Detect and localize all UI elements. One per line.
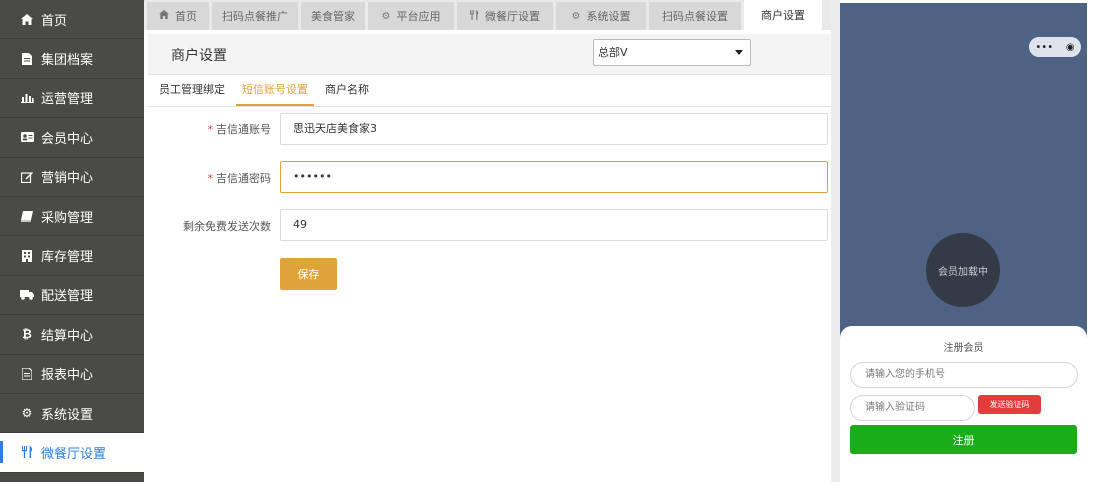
- tab-home[interactable]: 首页: [147, 2, 209, 30]
- sidebar-item-label: 采购管理: [41, 210, 94, 226]
- utensils-icon: [470, 9, 479, 23]
- verification-code-input[interactable]: 请输入验证码: [850, 395, 975, 421]
- sidebar-item-group-archive[interactable]: 集团档案: [0, 39, 144, 79]
- sidebar: 首页 集团档案 运营管理 会员中心 营销中心 采购管理 库存管理 配送管理 ₿ …: [0, 0, 144, 482]
- password-label-text: 吉信通密码: [216, 172, 271, 185]
- sidebar-item-operations[interactable]: 运营管理: [0, 79, 144, 119]
- sidebar-item-system-settings[interactable]: ⚙ 系统设置: [0, 394, 144, 434]
- sub-tab-bar: 员工管理绑定 短信账号设置 商户名称: [148, 76, 831, 107]
- sidebar-item-marketing[interactable]: 营销中心: [0, 158, 144, 197]
- tab-system-settings[interactable]: ⚙ 系统设置: [556, 2, 646, 30]
- subtab-staff-binding[interactable]: 员工管理绑定: [153, 76, 231, 106]
- truck-icon: [19, 289, 35, 300]
- sidebar-item-label: 运营管理: [41, 92, 94, 108]
- book-icon: [19, 210, 35, 222]
- gears-icon: ⚙: [571, 10, 581, 22]
- store-select[interactable]: 总部V: [593, 39, 751, 66]
- sidebar-item-label: 配送管理: [41, 289, 94, 305]
- bitcoin-icon: ₿: [22, 327, 32, 342]
- sidebar-item-delivery[interactable]: 配送管理: [0, 276, 144, 316]
- page-title: 商户设置: [171, 48, 227, 64]
- register-title: 注册会员: [943, 343, 984, 354]
- sidebar-item-members[interactable]: 会员中心: [0, 118, 144, 158]
- tab-label: 平台应用: [396, 10, 441, 23]
- tab-micro-restaurant[interactable]: 微餐厅设置: [457, 2, 553, 30]
- password-label: * 吉信通密码: [147, 170, 272, 186]
- report-icon: [19, 367, 35, 380]
- sidebar-item-label: 首页: [41, 13, 68, 29]
- sidebar-item-purchasing[interactable]: 采购管理: [0, 197, 144, 237]
- phone-number-input[interactable]: 请输入您的手机号: [850, 362, 1078, 388]
- sidebar-item-label: 系统设置: [41, 407, 94, 423]
- sidebar-item-settlement[interactable]: ₿ 结算中心: [0, 315, 144, 355]
- sidebar-item-label: 结算中心: [41, 328, 94, 344]
- tab-scan-order-promo[interactable]: 扫码点餐推广: [212, 2, 298, 30]
- sidebar-item-label: 会员中心: [41, 131, 94, 147]
- loading-indicator: 会员加载中: [926, 233, 1000, 307]
- panel-divider: [831, 0, 840, 482]
- phone-preview: ••• ◉ 会员加载中 注册会员 请输入您的手机号 请输入验证码 发送验证码 注…: [840, 3, 1087, 482]
- close-icon[interactable]: ◉: [1066, 42, 1075, 53]
- remaining-label: 剩余免费发送次数: [183, 220, 271, 233]
- sidebar-item-label: 报表中心: [41, 368, 94, 384]
- more-icon[interactable]: •••: [1035, 42, 1053, 53]
- register-panel: 注册会员 请输入您的手机号 请输入验证码 发送验证码 注册: [840, 326, 1087, 482]
- tab-bar: 首页 扫码点餐推广 美食管家 ⚙ 平台应用 微餐厅设置 ⚙ 系统设置 扫码点餐设…: [144, 0, 831, 30]
- sidebar-item-inventory[interactable]: 库存管理: [0, 236, 144, 276]
- sidebar-item-home[interactable]: 首页: [0, 0, 144, 40]
- sidebar-item-micro-restaurant[interactable]: 微餐厅设置: [0, 433, 144, 473]
- sidebar-item-label: 库存管理: [41, 250, 94, 266]
- page-header: 商户设置 总部V: [148, 34, 831, 75]
- gear-icon: ⚙: [381, 10, 391, 22]
- file-icon: [19, 52, 35, 65]
- subtab-sms-account[interactable]: 短信账号设置: [236, 76, 314, 106]
- register-button[interactable]: 注册: [850, 425, 1077, 454]
- edit-icon: [19, 171, 35, 183]
- tab-food-butler[interactable]: 美食管家: [301, 2, 365, 30]
- sidebar-item-label: 集团档案: [41, 53, 94, 69]
- mini-program-capsule: ••• ◉: [1029, 37, 1081, 57]
- send-code-button[interactable]: 发送验证码: [978, 395, 1041, 414]
- tab-platform-apps[interactable]: ⚙ 平台应用: [368, 2, 454, 30]
- tab-label: 美食管家: [311, 10, 355, 23]
- account-input[interactable]: 思迅天店美食家3: [280, 113, 828, 145]
- tab-label: 首页: [175, 10, 197, 23]
- building-icon: [19, 249, 35, 262]
- home-icon: [159, 10, 169, 22]
- id-card-icon: [19, 132, 35, 143]
- sidebar-item-reports[interactable]: 报表中心: [0, 355, 144, 394]
- account-label: * 吉信通账号: [147, 121, 272, 137]
- tab-label: 商户设置: [761, 9, 805, 22]
- home-icon: [19, 13, 35, 25]
- subtab-merchant-name[interactable]: 商户名称: [319, 76, 375, 106]
- tab-label: 微餐厅设置: [485, 10, 540, 23]
- tab-label: 系统设置: [586, 10, 631, 23]
- save-button[interactable]: 保存: [280, 258, 337, 290]
- store-select-value: 总部V: [598, 46, 628, 59]
- tab-label: 扫码点餐设置: [662, 10, 728, 23]
- utensils-icon: [19, 446, 35, 459]
- tab-scan-order-settings[interactable]: 扫码点餐设置: [649, 2, 741, 30]
- required-mark: *: [207, 172, 214, 185]
- sidebar-item-label: 微餐厅设置: [41, 446, 107, 462]
- account-label-text: 吉信通账号: [216, 123, 271, 136]
- gears-icon: ⚙: [21, 406, 33, 421]
- remaining-count-input[interactable]: 49: [280, 209, 828, 241]
- tab-label: 扫码点餐推广: [222, 10, 288, 23]
- required-mark: *: [207, 123, 214, 136]
- password-input[interactable]: ••••••: [280, 161, 828, 193]
- bar-chart-icon: [19, 92, 35, 104]
- sidebar-item-label: 营销中心: [41, 171, 94, 187]
- tab-merchant-settings[interactable]: 商户设置: [744, 0, 822, 30]
- caret-down-icon: [735, 50, 743, 55]
